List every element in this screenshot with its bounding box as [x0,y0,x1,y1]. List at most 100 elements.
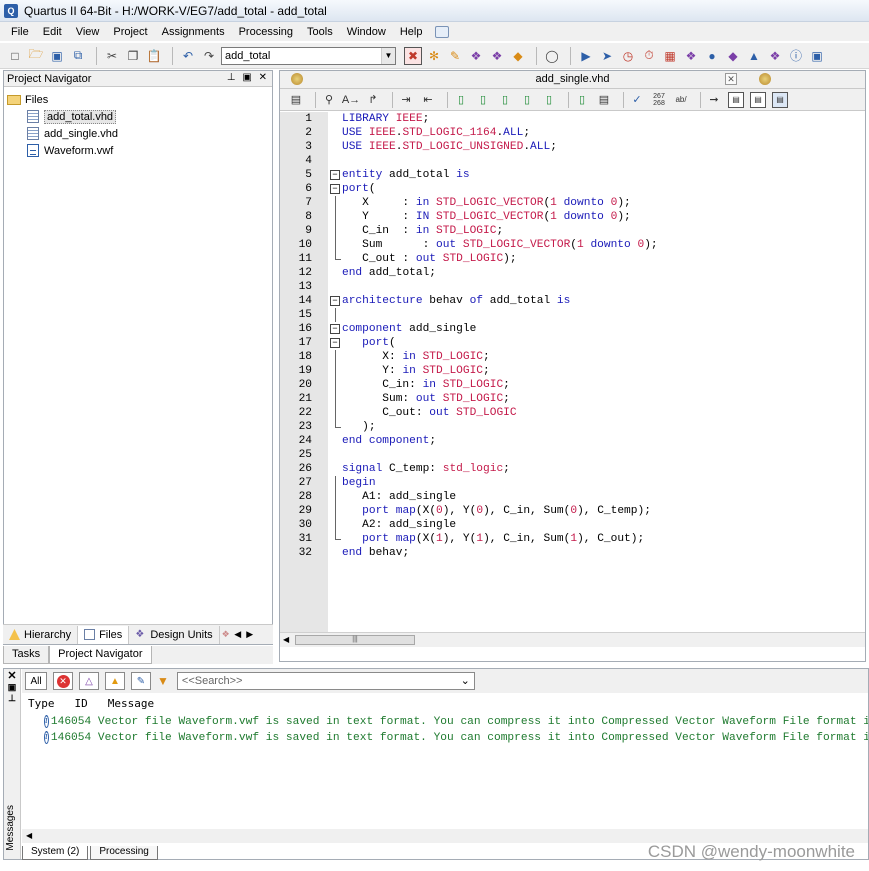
tab-processing[interactable]: Processing [90,846,158,860]
tools-icon[interactable]: ❖ [766,47,784,65]
code-line[interactable]: 20 C_in: in STD_LOGIC; [280,378,865,392]
code-line[interactable]: 30 A2: add_single [280,518,865,532]
chip-planner-icon[interactable]: ✖ [404,46,422,65]
code-line[interactable]: 4 [280,154,865,168]
code-line[interactable]: 22 C_out: out STD_LOGIC [280,406,865,420]
scroll-left-icon[interactable]: ◀ [283,635,289,644]
close-icon[interactable]: ✕ [4,669,20,682]
rtl-viewer-icon[interactable]: ❖ [682,47,700,65]
code-line[interactable]: 18 X: in STD_LOGIC; [280,350,865,364]
tab-hierarchy[interactable]: Hierarchy [3,625,79,644]
pin-planner-icon[interactable]: ✻ [425,47,443,65]
assignment-editor-icon[interactable]: ❖ [488,47,506,65]
tab-system[interactable]: System (2) [22,846,89,860]
decrease-indent-icon[interactable]: ⇤ [420,92,436,108]
message-row[interactable]: i 146054 Vector file Waveform.vwf is sav… [22,714,868,729]
message-row[interactable]: i 146054 Vector file Waveform.vwf is sav… [22,730,868,745]
tree-file-add-total[interactable]: add_total.vhd [7,108,272,125]
menu-processing[interactable]: Processing [232,26,300,38]
filter-warnings-button[interactable]: ▲ [105,672,125,690]
filter-funnel-icon[interactable]: ▼ [157,674,169,688]
pencil-icon[interactable]: ✎ [446,47,464,65]
filter-all-button[interactable]: All [25,672,47,690]
fold-toggle-icon[interactable]: − [330,324,340,334]
view-mode-3-icon[interactable]: ▤ [772,91,788,108]
scrollbar-thumb[interactable]: ||| [295,635,415,645]
code-line[interactable]: 5 − entity add_total is [280,168,865,182]
code-line[interactable]: 8 Y : IN STD_LOGIC_VECTOR(1 downto 0); [280,210,865,224]
menu-help[interactable]: Help [393,26,430,38]
timing-analyzer-icon[interactable]: ◷ [619,47,637,65]
help-icon[interactable]: ⓘ [787,47,805,65]
settings-icon[interactable]: ❖ [467,47,485,65]
messages-horizontal-scrollbar[interactable]: ◀ [22,829,868,843]
code-line[interactable]: 15 [280,308,865,322]
column-id[interactable]: ID [75,697,88,710]
menu-project[interactable]: Project [106,26,154,38]
line-numbers-icon[interactable]: 267 268 [651,92,667,108]
menu-file[interactable]: File [4,26,36,38]
spell-check-icon[interactable]: ab/ [673,92,689,108]
view-mode-2-icon[interactable]: ▤ [750,91,766,108]
tab-project-navigator[interactable]: Project Navigator [49,646,152,664]
fold-toggle-icon[interactable]: − [330,170,340,180]
filter-errors-button[interactable]: ✕ [53,672,73,690]
code-line[interactable]: 27 begin [280,476,865,490]
stop-icon[interactable]: ◯ [543,47,561,65]
filter-suppressed-button[interactable]: ✎ [131,672,151,690]
filter-critical-warnings-button[interactable]: △ [79,672,99,690]
bookmark-icon[interactable]: ▯ [453,92,469,108]
insert-template-icon[interactable]: ➞ [706,92,722,108]
redo-icon[interactable]: ↷ [200,47,218,65]
code-line[interactable]: 11 C_out : out STD_LOGIC); [280,252,865,266]
message-search-input[interactable]: <<Search>> ⌄ [176,672,475,690]
previous-bookmark-icon[interactable]: ▯ [497,92,513,108]
next-bookmark-icon[interactable]: ▯ [475,92,491,108]
code-line[interactable]: 9 C_in : in STD_LOGIC; [280,224,865,238]
netlist-viewer-icon[interactable]: ▦ [661,47,679,65]
code-line[interactable]: 21 Sum: out STD_LOGIC; [280,392,865,406]
open-folder-icon[interactable]: 🗁 [27,47,45,65]
code-line[interactable]: 25 [280,448,865,462]
more-tabs-icon[interactable]: ❖ [220,627,232,643]
float-window-icon[interactable]: ▣ [4,682,20,693]
check-syntax-icon[interactable]: ✓ [629,92,645,108]
fold-toggle-icon[interactable]: − [330,338,340,348]
increase-indent-icon[interactable]: ⇥ [398,92,414,108]
code-line[interactable]: 7 X : in STD_LOGIC_VECTOR(1 downto 0); [280,196,865,210]
document-icon[interactable] [759,73,771,85]
pin-icon[interactable]: ⊥ [4,693,20,704]
code-line[interactable]: 28 A1: add_single [280,490,865,504]
whats-this-help-icon[interactable] [435,25,450,38]
menu-window[interactable]: Window [340,26,393,38]
signaltap-icon[interactable]: ▲ [745,47,763,65]
goto-line-icon[interactable]: ↱ [365,92,381,108]
view-mode-1-icon[interactable]: ▤ [728,91,744,108]
start-compilation-icon[interactable]: ▶ [577,47,595,65]
paste-icon[interactable]: 📋 [145,47,163,65]
menu-assignments[interactable]: Assignments [155,26,232,38]
programmer-icon[interactable]: ● [703,47,721,65]
find-icon[interactable]: ⚲ [321,92,337,108]
analysis-synthesis-icon[interactable]: ➤ [598,47,616,65]
tab-files[interactable]: Files [78,625,130,644]
undo-icon[interactable]: ↶ [179,47,197,65]
editor-horizontal-scrollbar[interactable]: ◀ ||| [280,632,865,647]
tree-file-add-single[interactable]: add_single.vhd [7,125,272,142]
code-line[interactable]: 10 Sum : out STD_LOGIC_VECTOR(1 downto 0… [280,238,865,252]
tab-design-units[interactable]: ❖ Design Units [129,625,220,644]
column-message[interactable]: Message [108,697,154,710]
block-comment-icon[interactable]: ▯ [574,92,590,108]
code-line[interactable]: 24 end component; [280,434,865,448]
code-editor[interactable]: 1 LIBRARY IEEE; 2 USE IEEE.STD_LOGIC_1164.A… [280,112,865,647]
column-type[interactable]: Type [28,697,55,710]
scroll-right-icon[interactable]: ▶ [244,627,256,643]
menu-tools[interactable]: Tools [300,26,340,38]
fold-toggle-icon[interactable]: − [330,296,340,306]
code-line[interactable]: 2 USE IEEE.STD_LOGIC_1164.ALL; [280,126,865,140]
code-line[interactable]: 16 − component add_single [280,322,865,336]
code-line[interactable]: 17 − port( [280,336,865,350]
tab-tasks[interactable]: Tasks [3,646,50,664]
close-icon[interactable]: ✕ [725,73,737,85]
chevron-down-icon[interactable]: ▼ [381,47,395,64]
